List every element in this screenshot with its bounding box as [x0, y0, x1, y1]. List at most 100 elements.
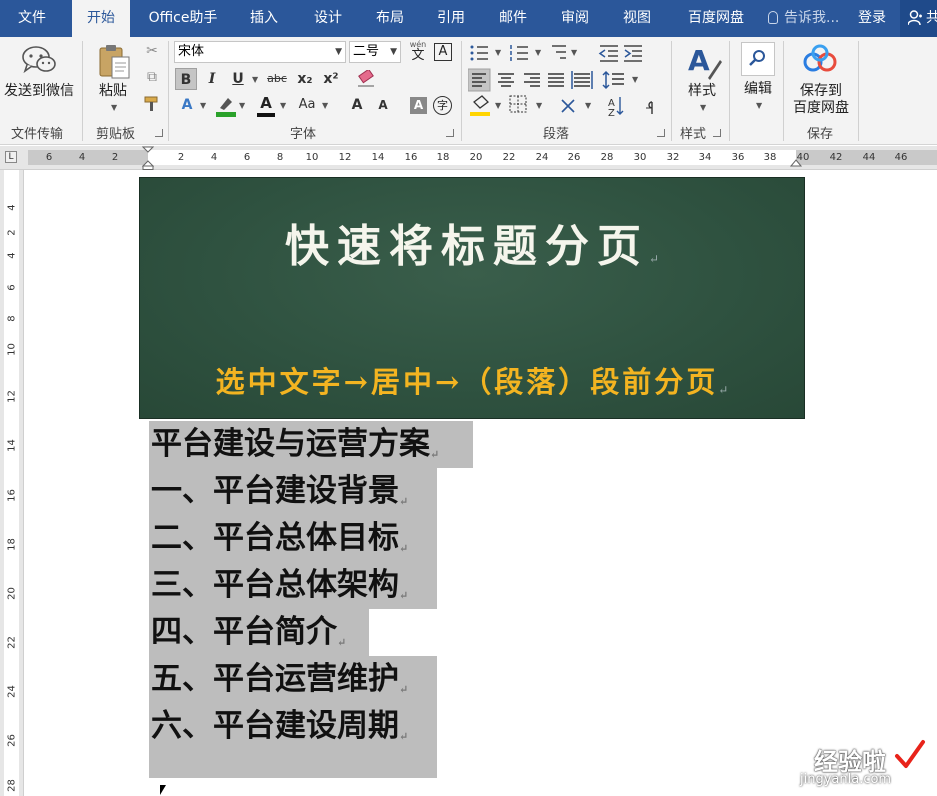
multilevel-dropdown-arrow[interactable]: ▼ [571, 48, 577, 57]
chevron-down-icon: ▼ [390, 47, 397, 57]
paragraph-mark-icon: ↵ [399, 542, 409, 555]
enclose-characters-button[interactable]: 字 [433, 96, 452, 115]
italic-button[interactable]: I [201, 68, 223, 90]
doc-line[interactable]: 一、平台建设背景↵ [149, 468, 437, 515]
shrink-font-button[interactable]: A [372, 94, 394, 116]
font-name-combo[interactable]: 宋体 ▼ [174, 41, 346, 63]
bold-button[interactable]: B [175, 68, 197, 90]
clear-formatting-icon[interactable] [356, 70, 376, 88]
wechat-icon [22, 46, 56, 74]
numbering-dropdown-arrow[interactable]: ▼ [535, 48, 541, 57]
tab-office-assistant[interactable]: Office助手 [140, 0, 226, 37]
doc-line[interactable]: 五、平台运营维护↵ [149, 656, 437, 703]
font-color-swatch [257, 113, 275, 117]
font-color-button[interactable]: A [254, 94, 278, 118]
doc-heading-text: 平台建设与运营方案 [151, 426, 430, 462]
send-to-wechat-button[interactable]: 发送到微信 [4, 83, 74, 100]
tab-references[interactable]: 引用 [425, 0, 477, 37]
styles-dropdown-arrow[interactable]: ▼ [700, 103, 706, 112]
tab-design[interactable]: 设计 [302, 0, 354, 37]
tab-baidu-netdisk[interactable]: 百度网盘 [677, 0, 755, 37]
chinese-layout-dropdown-arrow[interactable]: ▼ [585, 101, 591, 110]
character-shading-button[interactable]: A [410, 97, 427, 114]
paste-button-label[interactable]: 粘贴 [99, 83, 127, 100]
banner-subtitle: 选中文字→居中→（段落）段前分页↵ [140, 359, 804, 401]
tab-mailings[interactable]: 邮件 [487, 0, 539, 37]
find-button[interactable] [741, 42, 775, 76]
banner-title: 快速将标题分页↵ [140, 210, 804, 274]
tab-file[interactable]: 文件 [8, 0, 56, 37]
strikethrough-button[interactable]: abc [262, 68, 292, 90]
share-button[interactable]: 共 [900, 0, 937, 37]
styles-launcher-icon[interactable] [713, 129, 721, 137]
change-case-dropdown-arrow[interactable]: ▼ [322, 101, 328, 110]
tab-layout[interactable]: 布局 [364, 0, 416, 37]
doc-heading-line[interactable]: 平台建设与运营方案↵ [149, 421, 473, 468]
ruler-number: 2 [111, 152, 119, 163]
vertical-ruler[interactable]: 4 2 4 6 8 10 12 14 16 18 20 22 24 26 28 [0, 170, 24, 796]
tell-me-text: 告诉我... [784, 10, 840, 26]
copy-icon[interactable]: ⧉ [141, 66, 163, 88]
ruler-number: 40 [796, 152, 810, 163]
highlight-dropdown-arrow[interactable]: ▼ [239, 101, 245, 110]
ruler-number: 14 [6, 439, 18, 452]
tab-selector[interactable]: L [5, 151, 17, 163]
paste-dropdown-arrow[interactable]: ▼ [111, 103, 117, 112]
subscript-button[interactable]: x₂ [294, 68, 316, 90]
tell-me-search[interactable]: 告诉我... [768, 0, 839, 37]
font-launcher-icon[interactable] [446, 129, 454, 137]
shading-dropdown-arrow[interactable]: ▼ [495, 101, 501, 110]
lightbulb-icon [768, 11, 778, 24]
change-case-button[interactable]: Aa [294, 94, 320, 116]
tab-home[interactable]: 开始 [72, 0, 130, 38]
paragraph-mark-icon: ↵ [399, 730, 409, 743]
login-link[interactable]: 登录 [858, 0, 886, 37]
ruler-number: 28 [6, 779, 18, 792]
paragraph-mark-icon: ↵ [430, 448, 440, 461]
paragraph-launcher-icon[interactable] [657, 129, 665, 137]
editing-button-label[interactable]: 编辑 [744, 81, 772, 98]
highlighter-icon[interactable] [214, 94, 238, 118]
tab-review[interactable]: 审阅 [549, 0, 601, 37]
group-divider [168, 41, 169, 141]
text-effects-dropdown-arrow[interactable]: ▼ [200, 101, 206, 110]
doc-line-text: 四、平台简介 [151, 614, 337, 650]
doc-line[interactable]: 四、平台简介↵ [149, 609, 369, 656]
font-size-combo[interactable]: 二号 ▼ [349, 41, 401, 63]
grow-font-button[interactable]: A [346, 94, 368, 116]
text-effects-button[interactable]: A [176, 94, 198, 116]
superscript-button[interactable]: x² [320, 68, 342, 90]
character-border-button[interactable]: A [434, 43, 452, 61]
format-painter-icon[interactable] [143, 95, 161, 113]
paste-icon[interactable] [97, 43, 133, 81]
bullets-dropdown-arrow[interactable]: ▼ [495, 48, 501, 57]
indent-markers[interactable] [142, 146, 154, 170]
ruler-number: 10 [6, 343, 18, 356]
borders-icon [509, 95, 527, 113]
save-to-baidu-button[interactable]: 保存到 百度网盘 [793, 83, 849, 117]
doc-line[interactable]: 二、平台总体目标↵ [149, 515, 437, 562]
paragraph-mark-icon: ↵ [337, 636, 347, 649]
editing-dropdown-arrow[interactable]: ▼ [756, 101, 762, 110]
borders-dropdown-arrow[interactable]: ▼ [536, 101, 542, 110]
doc-line[interactable]: 三、平台总体架构↵ [149, 562, 437, 609]
horizontal-ruler[interactable]: L 6 4 2 2 4 6 8 10 12 14 16 18 20 22 24 … [0, 146, 937, 170]
underline-button[interactable]: U [227, 68, 249, 90]
title-banner-image[interactable]: 快速将标题分页↵ 选中文字→居中→（段落）段前分页↵ [139, 177, 805, 419]
tab-view[interactable]: 视图 [611, 0, 663, 37]
clipboard-launcher-icon[interactable] [155, 129, 163, 137]
ruler-number: 2 [177, 152, 185, 163]
styles-icon[interactable]: A [686, 42, 722, 80]
align-left-selected-bg [468, 68, 491, 92]
sort-icon: A Z [608, 97, 624, 119]
tab-insert[interactable]: 插入 [238, 0, 290, 37]
styles-button-label[interactable]: 样式 [688, 83, 716, 100]
doc-line[interactable]: 六、平台建设周期↵ [149, 703, 437, 778]
phonetic-guide-button[interactable]: wén 文 [407, 40, 429, 64]
cut-icon[interactable]: ✂ [141, 40, 163, 62]
underline-dropdown-arrow[interactable]: ▼ [252, 75, 258, 84]
banner-subtitle-text: 选中文字→居中→（段落）段前分页 [215, 365, 719, 399]
line-spacing-dropdown-arrow[interactable]: ▼ [632, 75, 638, 84]
font-color-dropdown-arrow[interactable]: ▼ [280, 101, 286, 110]
person-add-icon [908, 10, 922, 26]
